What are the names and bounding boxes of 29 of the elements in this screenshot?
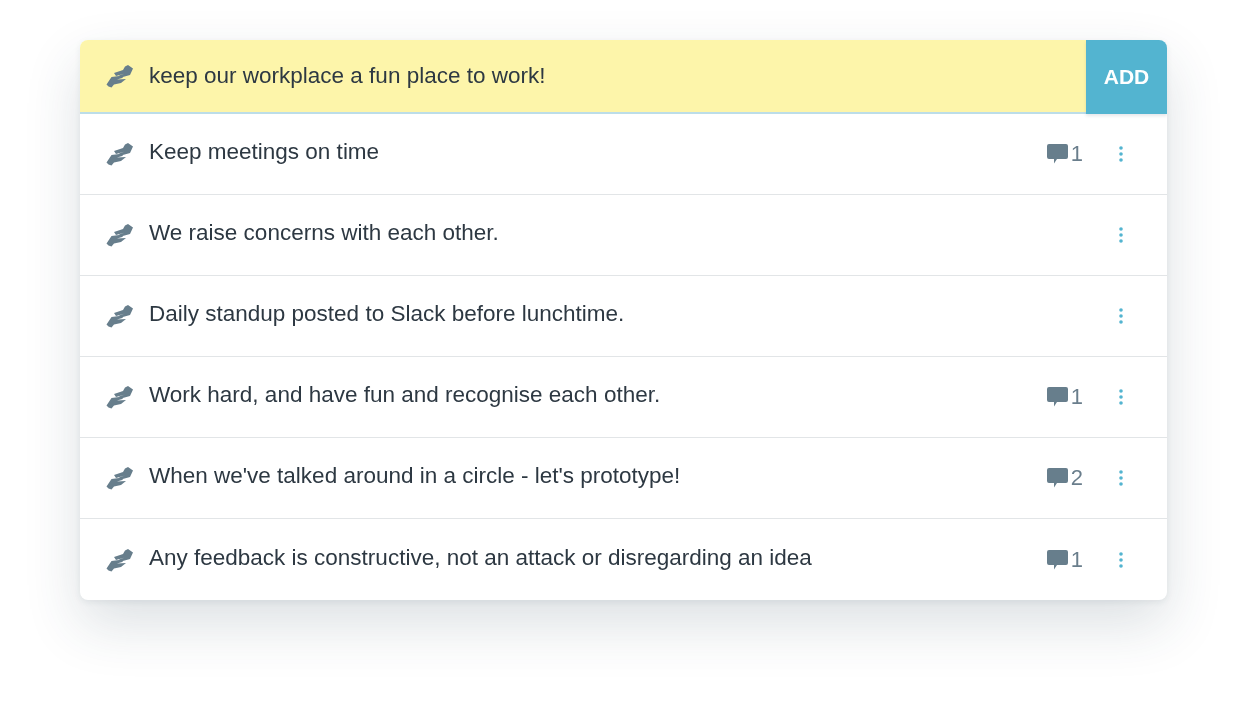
comment-icon	[1046, 468, 1068, 488]
handshake-icon	[105, 466, 134, 490]
kebab-icon	[1119, 308, 1123, 324]
item-text: Keep meetings on time	[149, 139, 381, 165]
new-item-field[interactable]: keep our workplace a fun place to work!	[80, 40, 1086, 114]
kebab-icon	[1119, 227, 1123, 243]
comment-count: 2	[1070, 465, 1083, 491]
kebab-icon	[1119, 146, 1123, 162]
comment-count: 1	[1070, 141, 1083, 167]
handshake-icon	[105, 304, 134, 328]
kebab-icon	[1119, 551, 1123, 568]
item-text: Work hard, and have fun and recognise each other.	[149, 382, 662, 408]
comment-icon	[1046, 387, 1068, 407]
item-text: When we've talked around in a circle - let's prototype!	[149, 463, 682, 489]
item-text: Any feedback is constructive, not an attack or disregarding an idea	[149, 544, 813, 571]
handshake-icon	[105, 142, 134, 166]
item-text: We raise concerns with each other.	[149, 220, 500, 246]
new-item-input[interactable]: keep our workplace a fun place to work!	[149, 60, 1066, 92]
handshake-icon	[105, 547, 134, 572]
comment-icon	[1046, 144, 1068, 164]
handshake-icon	[105, 385, 134, 409]
item-text: Daily standup posted to Slack before lunchtime.	[149, 301, 626, 327]
kebab-icon	[1119, 389, 1123, 405]
comment-count: 1	[1070, 546, 1083, 573]
handshake-icon	[105, 223, 134, 247]
comment-icon	[1046, 549, 1068, 570]
handshake-icon	[105, 64, 134, 88]
comment-count: 1	[1070, 384, 1083, 410]
kebab-icon	[1119, 470, 1123, 486]
